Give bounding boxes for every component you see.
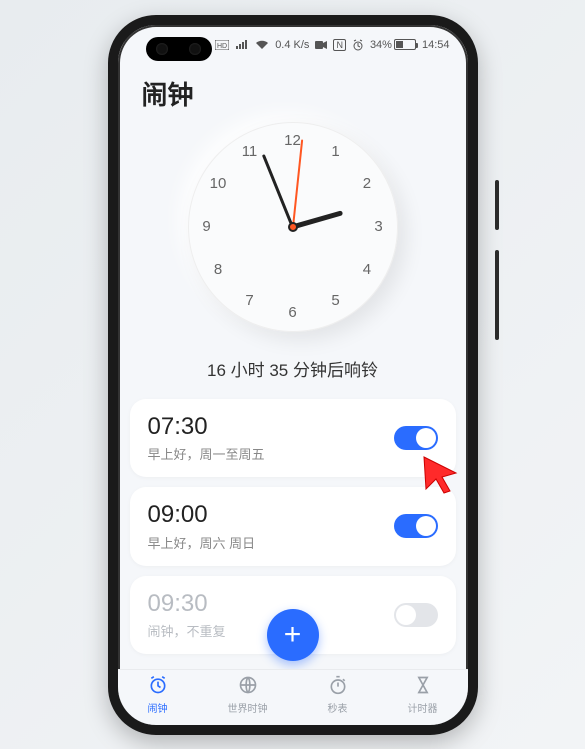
nfc-icon: N	[333, 39, 346, 51]
hd-icon: HD	[215, 40, 229, 50]
status-time: 14:54	[422, 39, 450, 51]
nav-label: 计时器	[408, 700, 438, 715]
hour-hand	[292, 210, 343, 229]
stopwatch-icon	[328, 675, 348, 698]
plus-icon: +	[284, 618, 302, 652]
analog-clock: 12 12 3 45678 9 10 11	[188, 122, 398, 332]
alarm-time: 09:30	[148, 590, 226, 618]
phone-volume-button	[495, 180, 499, 230]
alarm-card[interactable]: 07:30 早上好，周一至周五	[130, 399, 456, 478]
clock-number: 7	[238, 289, 262, 313]
bottom-nav: 闹钟 世界时钟 秒表 计时器	[118, 669, 468, 725]
alarm-time: 07:30	[148, 413, 265, 441]
nav-label: 秒表	[328, 700, 348, 715]
clock-number: 11	[238, 140, 262, 164]
net-speed: 0.4 K/s	[275, 39, 309, 51]
nav-timer[interactable]: 计时器	[408, 675, 438, 715]
clock-number: 10	[206, 172, 230, 196]
alarm-toggle[interactable]	[394, 426, 438, 450]
globe-icon	[238, 675, 258, 698]
alarm-subtitle: 早上好，周一至周五	[148, 444, 265, 463]
alarm-toggle[interactable]	[394, 514, 438, 538]
svg-text:HD: HD	[217, 43, 227, 50]
nav-alarm[interactable]: 闹钟	[148, 675, 168, 715]
minute-hand	[262, 154, 294, 227]
nav-label: 闹钟	[148, 700, 168, 715]
battery-icon	[394, 39, 416, 50]
clock-number: 9	[195, 215, 219, 239]
clock-number: 3	[367, 215, 391, 239]
alarm-status-icon	[352, 39, 364, 51]
clock-number: 6	[281, 301, 305, 325]
clock-number: 2	[355, 172, 379, 196]
nav-globe[interactable]: 世界时钟	[228, 675, 268, 715]
battery-pct: 34%	[370, 39, 392, 51]
clock-number: 1	[324, 140, 348, 164]
alarm-subtitle: 早上好，周六 周日	[148, 533, 256, 552]
add-alarm-button[interactable]: +	[267, 609, 319, 661]
alarm-toggle[interactable]	[394, 603, 438, 627]
phone-power-button	[495, 250, 499, 340]
nav-label: 世界时钟	[228, 700, 268, 715]
clock-number: 8	[206, 258, 230, 282]
clock-number: 5	[324, 289, 348, 313]
page-title: 闹钟	[118, 65, 468, 118]
alarm-card[interactable]: 09:00 早上好，周六 周日	[130, 487, 456, 566]
alarm-time: 09:00	[148, 501, 256, 529]
clock-pivot	[288, 222, 298, 232]
alarm-subtitle: 闹钟，不重复	[148, 621, 226, 640]
camera-punchhole	[146, 37, 212, 61]
signal-icon	[235, 40, 249, 50]
next-ring-text: 16 小时 35 分钟后响铃	[118, 356, 468, 381]
video-icon	[315, 40, 327, 50]
clock-number: 12	[281, 129, 305, 153]
phone-frame: HD 0.4 K/s N 34% 14:54 闹钟 12 12 3 45678 9 10	[108, 15, 478, 735]
alarm-icon	[148, 675, 168, 698]
wifi-icon	[255, 40, 269, 50]
clock-number: 4	[355, 258, 379, 282]
timer-icon	[413, 675, 433, 698]
nav-stopwatch[interactable]: 秒表	[328, 675, 348, 715]
